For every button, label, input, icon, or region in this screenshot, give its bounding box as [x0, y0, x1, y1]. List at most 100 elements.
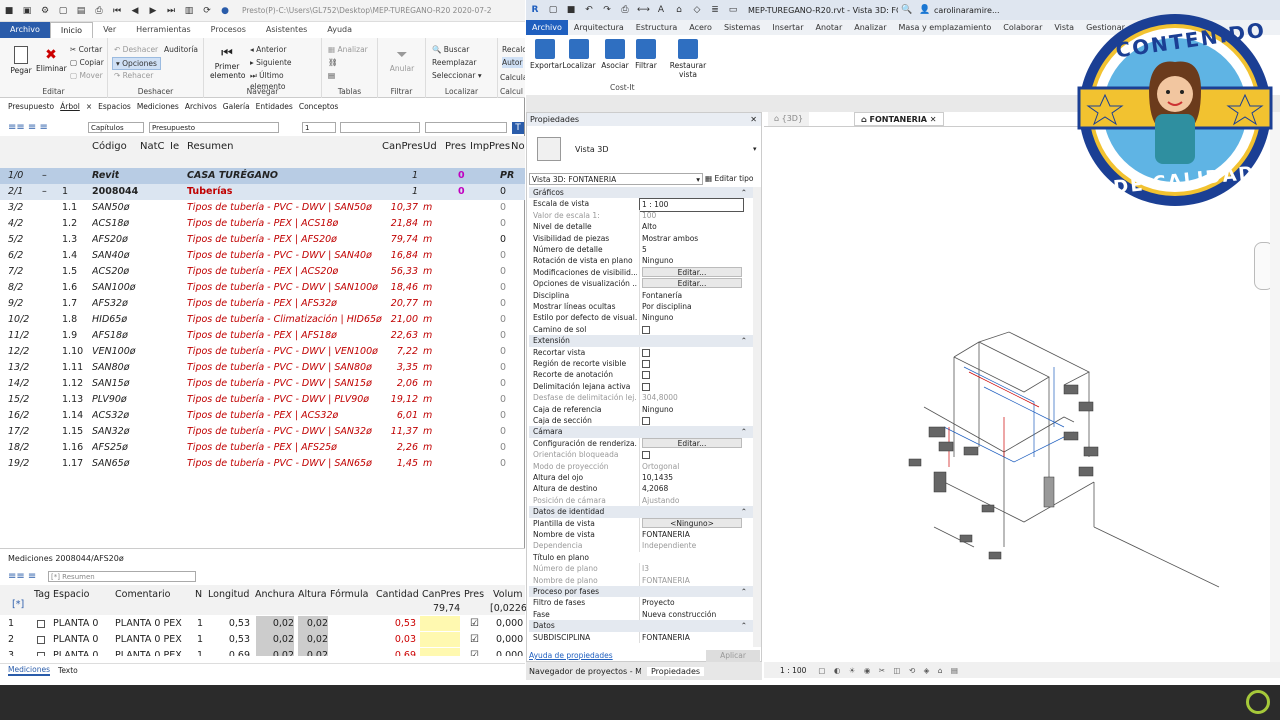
med-header-cantidad[interactable]: Cantidad — [376, 589, 419, 600]
tree-row[interactable]: 18/2 1.16 AFS25ø Tipos de tubería - PEX | A… — [0, 440, 525, 456]
property-value[interactable]: Alto — [639, 221, 744, 233]
revit-tab-estructura[interactable]: Estructura — [630, 20, 684, 35]
text-icon[interactable]: T — [512, 122, 524, 134]
tag-checkbox[interactable] — [37, 652, 45, 656]
tab-mediciones[interactable]: Mediciones — [8, 665, 51, 676]
property-row[interactable]: Filtro de fases Proyecto — [529, 597, 761, 609]
property-value[interactable]: 5 — [639, 244, 744, 256]
property-row[interactable]: Escala de vista 1 : 100 — [529, 198, 761, 212]
med-header-espacio[interactable]: Espacio — [53, 589, 89, 600]
collapse-section-icon[interactable]: ⌃ — [741, 586, 747, 597]
budget-combo[interactable]: Presupuesto — [149, 122, 279, 133]
revit-tab-archivo[interactable]: Archivo — [526, 20, 568, 35]
property-section[interactable]: Extensión ⌃ — [529, 335, 761, 347]
property-row[interactable]: Fase Nueva construcción — [529, 608, 761, 621]
property-row[interactable]: Caja de sección — [529, 415, 761, 429]
expand-icon[interactable]: ≡≡ ≡ ≡ — [8, 122, 48, 133]
med-header-pres[interactable]: Pres — [464, 589, 484, 600]
property-value[interactable]: Por disciplina — [639, 301, 744, 313]
cancel-filter-button[interactable]: ⏷ Anular — [386, 46, 418, 73]
tree-row[interactable]: 9/2 1.7 AFS32ø Tipos de tubería - PEX | AFS… — [0, 296, 525, 312]
pres-checkbox[interactable]: ☑ — [470, 632, 479, 648]
save-icon[interactable]: ■ — [565, 4, 577, 16]
copy-icon[interactable]: ▢ — [57, 5, 69, 17]
tree-row[interactable]: 14/2 1.12 SAN15ø Tipos de tubería - PVC - D… — [0, 376, 525, 392]
header-ud[interactable]: Ud — [423, 141, 437, 152]
property-row[interactable]: Camino de sol — [529, 323, 761, 338]
locate-button[interactable]: Localizar — [562, 39, 596, 70]
property-row[interactable]: Opciones de visualización ... Editar... — [529, 278, 761, 290]
revit-logo-icon[interactable]: R — [529, 4, 541, 16]
options-button[interactable]: ▾ Opciones — [112, 57, 161, 70]
chart-icon[interactable]: ▥ — [183, 5, 195, 17]
property-value[interactable]: FONTANERIA — [639, 631, 744, 643]
header-no[interactable]: No — [511, 141, 525, 152]
open-icon[interactable]: ▢ — [547, 4, 559, 16]
property-value[interactable]: 4,2068 — [639, 483, 744, 495]
med-header-altura[interactable]: Altura — [298, 589, 327, 600]
property-row[interactable]: Modificaciones de visibilid... Editar... — [529, 266, 761, 279]
collapse-section-icon[interactable]: ⌃ — [741, 426, 747, 437]
property-row[interactable]: Valor de escala 1: 100 — [529, 209, 761, 222]
pres-checkbox[interactable]: ☑ — [470, 616, 479, 632]
replace-button[interactable]: Reemplazar — [432, 57, 476, 68]
first-element-button[interactable]: ⏮ Primer elemento — [210, 46, 246, 80]
revit-tab-sistemas[interactable]: Sistemas — [718, 20, 766, 35]
user-icon[interactable]: 👤 — [919, 4, 931, 16]
property-checkbox[interactable] — [642, 325, 650, 334]
tree-row[interactable]: 5/2 1.3 AFS20ø Tipos de tubería - PEX | AFS… — [0, 232, 525, 248]
edit-type-button[interactable]: ▦ Editar tipo — [705, 173, 761, 185]
tree-row[interactable]: 17/2 1.15 SAN32ø Tipos de tubería - PVC - D… — [0, 424, 525, 440]
save-as-icon[interactable]: ▣ — [21, 5, 33, 17]
tab-project-browser[interactable]: Navegador de proyectos - M... — [529, 667, 641, 676]
save-icon[interactable]: ■ — [3, 5, 15, 17]
header-natc[interactable]: NatC — [140, 141, 165, 152]
window-icon[interactable]: ▭ — [727, 4, 739, 16]
tab-asistentes[interactable]: Asistentes — [256, 22, 317, 38]
tree-row[interactable]: 3/2 1.1 SAN50ø Tipos de tubería - PVC - DWV… — [0, 200, 525, 216]
property-value[interactable]: Editar... — [639, 266, 744, 279]
property-row[interactable]: Mostrar líneas ocultas Por disciplina — [529, 301, 761, 313]
tree-row[interactable]: 11/2 1.9 AFS18ø Tipos de tubería - PEX | AF… — [0, 328, 525, 344]
property-row[interactable]: SUBDISCIPLINA FONTANERIA — [529, 631, 761, 643]
property-row[interactable]: Rotación de vista en plano Ninguno — [529, 255, 761, 267]
link-icon[interactable]: ⛓ — [328, 57, 338, 68]
tab-herramientas[interactable]: Herramientas — [126, 22, 201, 38]
tree-row[interactable]: 2/112008044Tuberías100▤– — [0, 184, 525, 200]
tree-row[interactable]: 10/2 1.8 HID65ø Tipos de tubería - Climatiz… — [0, 312, 525, 328]
property-row[interactable]: Recorte de anotación — [529, 369, 761, 383]
subtab-archivos[interactable]: Archivos — [185, 102, 217, 111]
property-edit-button[interactable]: <Ninguno> — [642, 517, 742, 528]
tab-inicio[interactable]: Inicio — [49, 21, 94, 39]
properties-scrollbar[interactable] — [753, 187, 761, 647]
close-properties-icon[interactable]: ✕ — [750, 115, 757, 124]
header-canpres[interactable]: CanPres — [382, 141, 423, 152]
next-icon[interactable]: ▶ — [147, 5, 159, 17]
instance-selector[interactable]: Vista 3D: FONTANERIA ▾ — [529, 173, 703, 185]
tree-row[interactable]: 6/2 1.4 SAN40ø Tipos de tubería - PVC - DWV… — [0, 248, 525, 264]
subtab-galeria[interactable]: Galería — [223, 102, 250, 111]
properties-help-link[interactable]: Ayuda de propiedades — [529, 651, 613, 660]
subtab-espacios[interactable]: Espacios — [98, 102, 131, 111]
tab-procesos[interactable]: Procesos — [201, 22, 256, 38]
redo-button[interactable]: ↷ Rehacer — [114, 70, 153, 81]
property-row[interactable]: Orientación bloqueada — [529, 449, 761, 463]
property-row[interactable]: Dependencia Independiente — [529, 540, 761, 552]
view-tab-fontaneria[interactable]: ⌂ FONTANERIA ✕ — [854, 112, 944, 126]
property-edit-button[interactable]: Editar... — [642, 266, 742, 277]
revit-tab-acero[interactable]: Acero — [683, 20, 718, 35]
property-value[interactable]: Proyecto — [639, 597, 744, 609]
property-row[interactable]: Número de plano I3 — [529, 563, 761, 575]
pres-checkbox[interactable]: ☑ — [470, 648, 479, 656]
property-row[interactable]: Altura del ojo 10,1435 — [529, 472, 761, 484]
property-row[interactable]: Modo de proyección Ortogonal — [529, 460, 761, 472]
restore-view-button[interactable]: Restaurar vista — [662, 39, 714, 79]
property-value[interactable]: FONTANERIA — [639, 529, 744, 541]
property-checkbox[interactable] — [642, 360, 650, 368]
property-row[interactable]: Nombre de plano FONTANERIA — [529, 574, 761, 586]
filter-button[interactable]: Filtrar — [632, 39, 660, 70]
export-button[interactable]: Exportar — [530, 39, 562, 70]
recalc-button[interactable]: Recalc — [502, 44, 525, 55]
med-header-n[interactable]: N — [195, 589, 202, 600]
view-tab-3d[interactable]: ⌂ {3D} — [768, 112, 810, 126]
